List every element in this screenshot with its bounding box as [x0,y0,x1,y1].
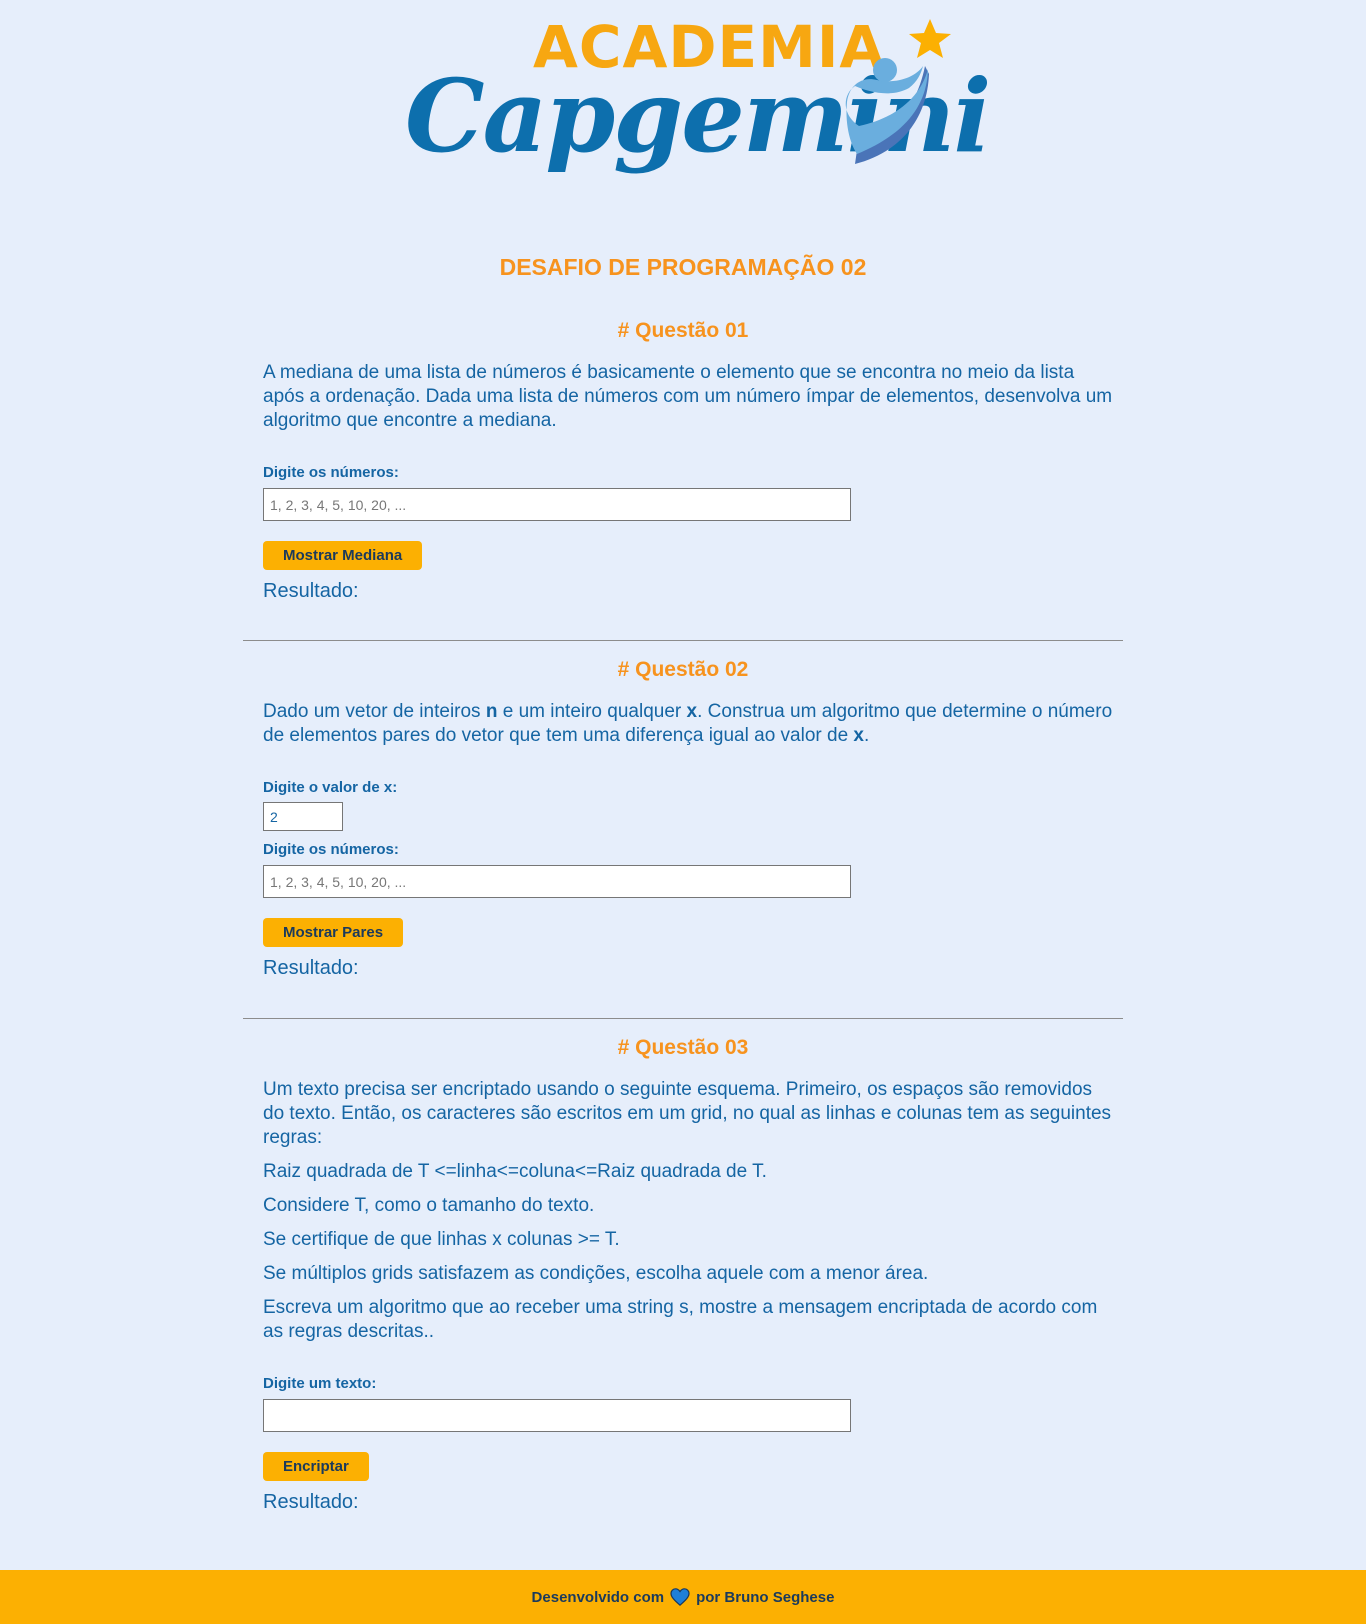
question-03: # Questão 03 Um texto precisa ser encrip… [243,1036,1123,1514]
footer-text-after: por Bruno Seghese [696,1588,835,1606]
question-01-result: Resultado: [263,580,359,602]
show-pairs-button[interactable]: Mostrar Pares [263,918,404,947]
question-03-rule: Raiz quadrada de T <=linha<=coluna<=Raiz… [263,1161,767,1182]
question-01-numbers-input[interactable] [263,488,851,521]
encrypt-button[interactable]: Encriptar [263,1452,369,1481]
heart-icon [670,1588,690,1606]
question-03-rule: Considere T, como o tamanho do texto. [263,1195,595,1216]
spade-star-icon [845,19,951,164]
footer: Desenvolvido com por Bruno Seghese [0,1570,1366,1624]
show-median-button[interactable]: Mostrar Mediana [263,541,423,570]
question-03-title: # Questão 03 [617,1036,749,1059]
question-03-instruction: Escreva um algoritmo que ao receber uma … [263,1297,1098,1342]
question-02-x-label: Digite o valor de x: [263,779,398,796]
question-02-title: # Questão 02 [617,658,749,681]
question-03-rule: Se certifique de que linhas x colunas >=… [263,1229,620,1250]
question-01-description: A mediana de uma lista de números é basi… [263,362,1113,431]
question-03-text-label: Digite um texto: [263,1375,377,1392]
question-03-result: Resultado: [263,1491,359,1513]
question-01-title: # Questão 01 [617,319,749,342]
section-divider [243,1018,1123,1019]
question-02-result: Resultado: [263,957,359,979]
page-title: DESAFIO DE PROGRAMAÇÃO 02 [499,254,867,280]
question-02: # Questão 02 Dado um vetor de inteiros n… [243,658,1123,980]
question-01-numbers-label: Digite os números: [263,464,399,481]
question-02-x-input[interactable] [263,802,343,831]
footer-text-before: Desenvolvido com [531,1588,665,1606]
question-03-rule: Se múltiplos grids satisfazem as condiçõ… [263,1263,929,1284]
question-02-description: Dado um vetor de inteiros n e um inteiro… [263,701,1113,746]
question-02-numbers-label: Digite os números: [263,841,399,858]
academia-capgemini-logo: ACADEMIA Capgemini [405,14,991,194]
question-01: # Questão 01 A mediana de uma lista de n… [243,319,1123,603]
question-03-description: Um texto precisa ser encriptado usando o… [263,1079,1112,1148]
section-divider [243,640,1123,641]
question-03-text-input[interactable] [263,1399,851,1432]
question-02-numbers-input[interactable] [263,865,851,898]
